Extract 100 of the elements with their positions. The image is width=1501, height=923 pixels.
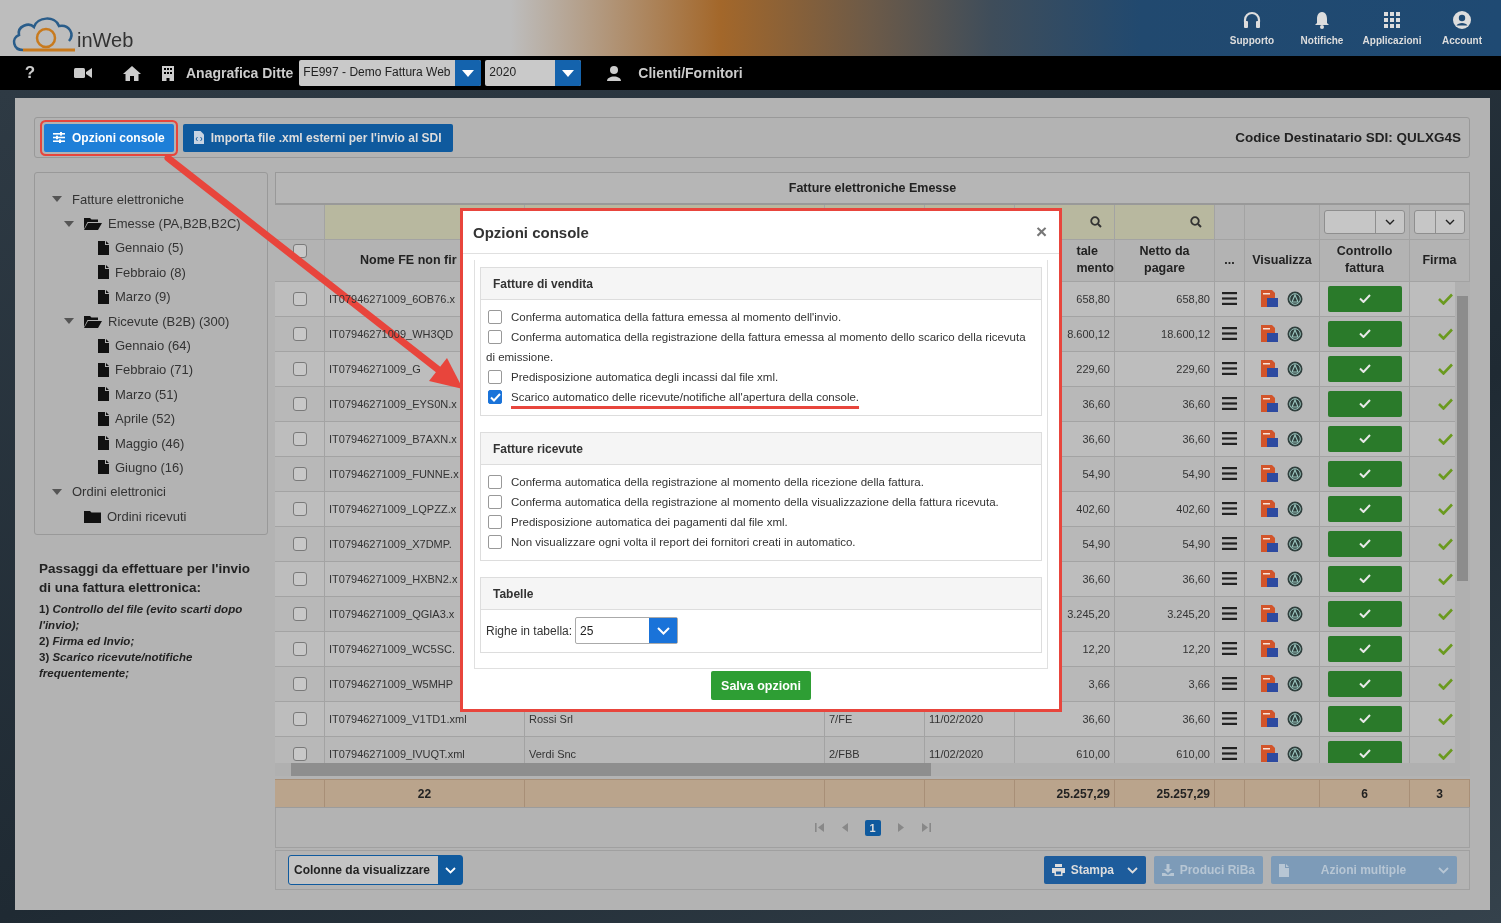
document-icon[interactable] xyxy=(1261,535,1278,553)
option-label[interactable]: Predisposizione automatica dei pagamenti dal file xml. xyxy=(486,512,1036,532)
caret-icon[interactable] xyxy=(52,196,62,203)
menu-icon[interactable] xyxy=(1222,327,1237,341)
check-button[interactable] xyxy=(1327,355,1402,382)
check-button[interactable] xyxy=(1327,495,1402,522)
option-checkbox[interactable] xyxy=(488,330,502,344)
tree-item[interactable]: Febbraio (8) xyxy=(52,260,267,285)
option-checkbox[interactable] xyxy=(488,390,502,404)
seal-icon[interactable] xyxy=(1287,430,1303,447)
seal-icon[interactable] xyxy=(1287,500,1303,517)
document-icon[interactable] xyxy=(1261,710,1278,728)
seal-icon[interactable] xyxy=(1287,675,1303,692)
caret-icon[interactable] xyxy=(64,220,74,227)
menu-icon[interactable] xyxy=(1222,747,1237,761)
seal-icon[interactable] xyxy=(1287,465,1303,482)
tree-item[interactable]: Fatture elettroniche xyxy=(52,187,267,212)
search-icon[interactable] xyxy=(1090,215,1102,228)
menu-icon[interactable] xyxy=(1222,502,1237,516)
menu-icon[interactable] xyxy=(1222,467,1237,481)
row-checkbox[interactable] xyxy=(292,676,307,691)
menu-icon[interactable] xyxy=(1222,677,1237,691)
column-header[interactable]: Firma xyxy=(1422,251,1457,269)
columns-select[interactable]: Colonne da visualizzare xyxy=(288,855,464,886)
filter-select[interactable] xyxy=(1324,209,1405,234)
document-icon[interactable] xyxy=(1261,290,1278,308)
row-checkbox[interactable] xyxy=(292,571,307,586)
help-link[interactable]: ? xyxy=(0,63,60,83)
document-icon[interactable] xyxy=(1261,325,1278,343)
menu-icon[interactable] xyxy=(1222,537,1237,551)
tree-item[interactable]: Ordini elettronici xyxy=(52,479,267,505)
document-icon[interactable] xyxy=(1261,605,1278,623)
option-label[interactable]: Conferma automatica della registrazione al momento della visualizzazione della fattura ricevuta. xyxy=(486,492,1036,512)
seal-icon[interactable] xyxy=(1287,710,1303,727)
menu-icon[interactable] xyxy=(1222,397,1237,411)
column-header[interactable]: Netto da pagare xyxy=(1139,243,1190,278)
seal-icon[interactable] xyxy=(1287,535,1303,552)
save-button[interactable]: Salva opzioni xyxy=(711,671,811,700)
company-select[interactable]: FE997 - Demo Fattura Web xyxy=(299,60,482,86)
rows-select[interactable]: 25 xyxy=(575,617,679,644)
tree-item[interactable]: Gennaio (64) xyxy=(52,333,267,358)
nav-link[interactable]: Notifiche xyxy=(1287,0,1357,56)
option-checkbox[interactable] xyxy=(488,515,502,529)
option-label[interactable]: Predisposizione automatica degli incassi dal file xml. xyxy=(486,367,1036,387)
option-label[interactable]: Scarico automatico delle ricevute/notifiche all'apertura della console. xyxy=(486,387,1036,407)
option-label[interactable]: Conferma automatica della registrazione della fattura emessa al momento dello scarico della ricevuta di emissione. xyxy=(486,327,1036,367)
row-checkbox[interactable] xyxy=(292,291,307,306)
column-header[interactable]: ... xyxy=(1224,251,1235,269)
check-button[interactable] xyxy=(1327,390,1402,417)
close-button[interactable]: × xyxy=(1035,221,1047,243)
search-icon[interactable] xyxy=(1190,215,1202,228)
nav-link[interactable]: Account xyxy=(1427,0,1497,56)
check-button[interactable] xyxy=(1327,635,1402,662)
document-icon[interactable] xyxy=(1261,570,1278,588)
check-button[interactable] xyxy=(1327,285,1402,312)
video-camera-icon[interactable] xyxy=(74,67,92,79)
menu-icon[interactable] xyxy=(1222,292,1237,306)
vertical-scrollbar[interactable] xyxy=(1455,281,1470,764)
seal-icon[interactable] xyxy=(1287,395,1303,412)
tree-item[interactable]: Maggio (46) xyxy=(52,430,267,456)
seal-icon[interactable] xyxy=(1287,745,1303,762)
check-button[interactable] xyxy=(1327,740,1402,764)
tree-item[interactable]: Ordini ricevuti xyxy=(52,504,267,529)
column-header[interactable]: tale mento xyxy=(1076,243,1114,278)
row-checkbox[interactable] xyxy=(292,641,307,656)
menu-icon[interactable] xyxy=(1222,607,1237,621)
tree-item[interactable]: Giugno (16) xyxy=(52,455,267,480)
document-icon[interactable] xyxy=(1261,500,1278,518)
document-icon[interactable] xyxy=(1261,430,1278,448)
seal-icon[interactable] xyxy=(1287,290,1303,307)
check-button[interactable] xyxy=(1327,600,1402,627)
check-button[interactable] xyxy=(1327,425,1402,452)
row-checkbox[interactable] xyxy=(292,396,307,411)
row-checkbox[interactable] xyxy=(292,431,307,446)
document-icon[interactable] xyxy=(1261,360,1278,378)
tree-item[interactable]: Aprile (52) xyxy=(52,406,267,431)
option-label[interactable]: Conferma automatica della registrazione al momento della ricezione della fattura. xyxy=(486,472,1036,492)
tree-item[interactable]: Gennaio (5) xyxy=(52,235,267,261)
option-checkbox[interactable] xyxy=(488,370,502,384)
menu-icon[interactable] xyxy=(1222,362,1237,376)
menu-icon[interactable] xyxy=(1222,642,1237,656)
action-button[interactable]: Stampa xyxy=(1043,856,1146,885)
home-icon[interactable] xyxy=(123,65,141,81)
tree-item[interactable]: Emesse (PA,B2B,B2C) xyxy=(52,211,267,236)
toolbar-button[interactable]: Importa file .xml esterni per l'invio al SDI xyxy=(182,123,453,152)
page-button[interactable]: 1 xyxy=(864,819,881,836)
caret-icon[interactable] xyxy=(64,318,74,325)
row-checkbox[interactable] xyxy=(292,326,307,341)
tree-item[interactable]: Ricevute (B2B) (300) xyxy=(52,308,267,334)
option-checkbox[interactable] xyxy=(488,535,502,549)
document-icon[interactable] xyxy=(1261,675,1278,693)
column-header[interactable]: Controllo fattura xyxy=(1336,243,1393,278)
tree-item[interactable]: Marzo (9) xyxy=(52,284,267,309)
row-checkbox[interactable] xyxy=(292,466,307,481)
menu-icon[interactable] xyxy=(1222,572,1237,586)
row-checkbox[interactable] xyxy=(292,501,307,516)
check-button[interactable] xyxy=(1327,565,1402,592)
seal-icon[interactable] xyxy=(1287,325,1303,342)
menu-icon[interactable] xyxy=(1222,712,1237,726)
check-button[interactable] xyxy=(1327,320,1402,347)
